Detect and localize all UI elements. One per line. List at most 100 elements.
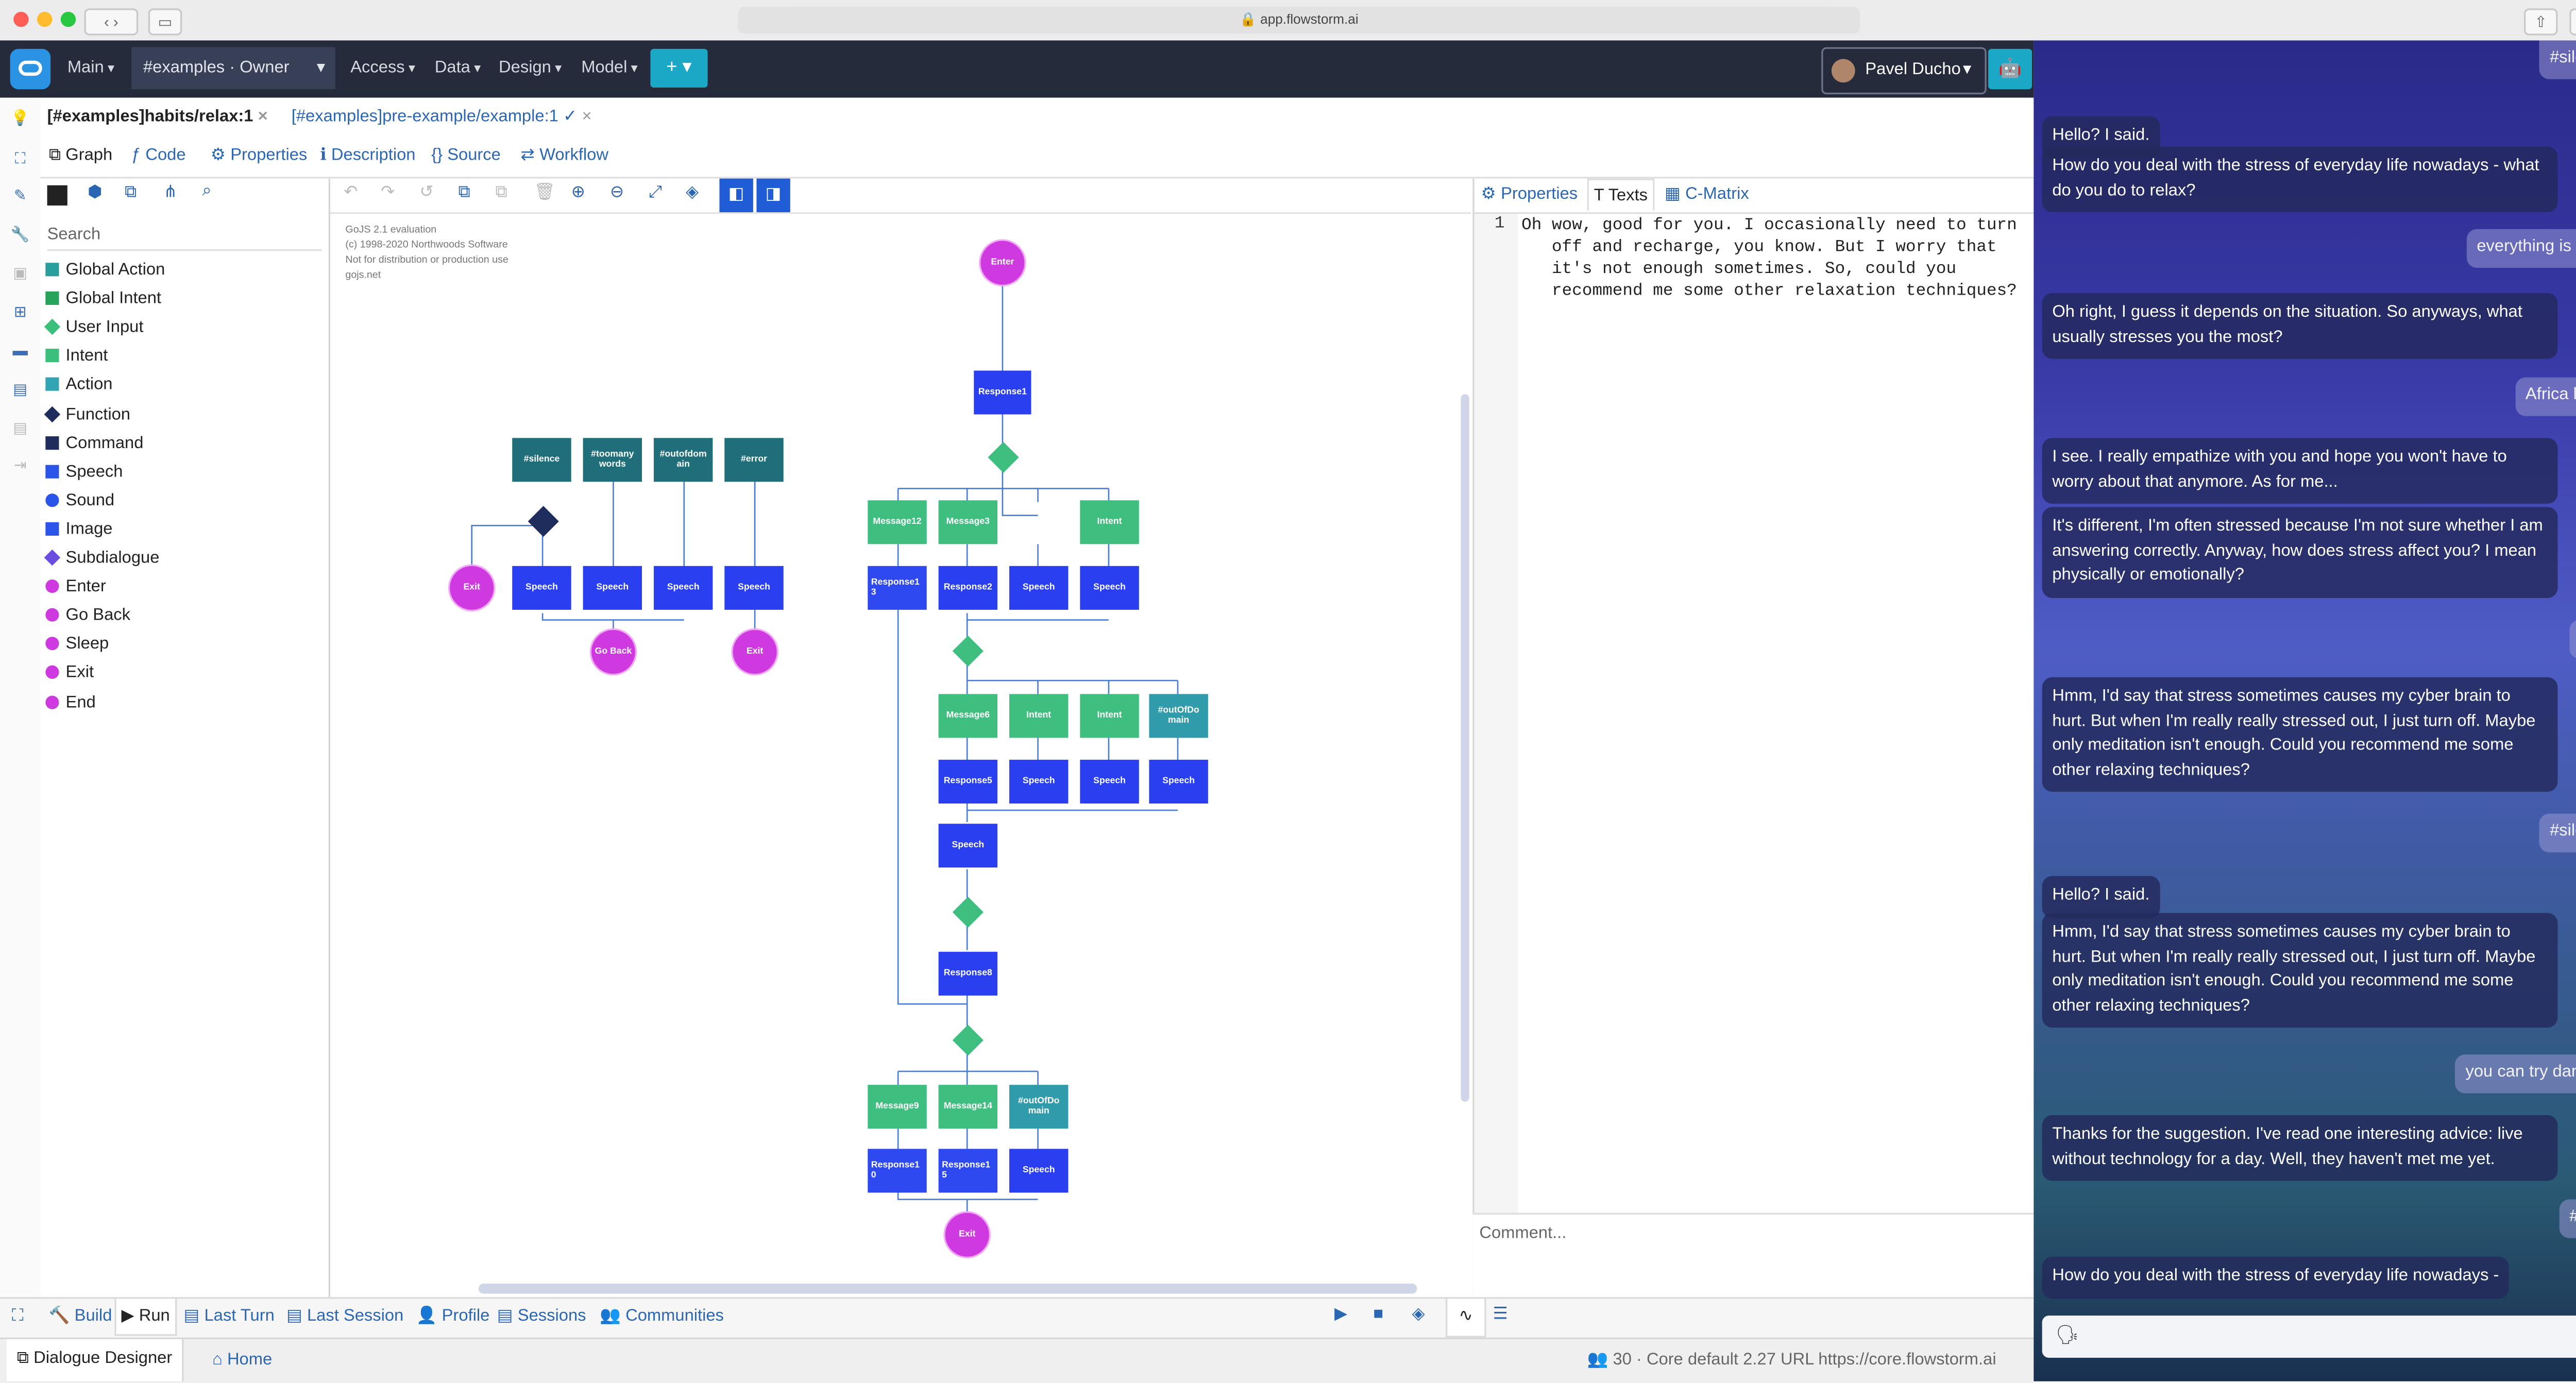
tab-sessions[interactable]: ▤ Sessions	[497, 1307, 586, 1326]
tab-source[interactable]: {} Source	[431, 147, 501, 165]
node-speech-5[interactable]: Speech	[1009, 566, 1069, 610]
graph-canvas[interactable]: ↶ ↷ ↺ ⧉ ⧉ 🗑 ⊕ ⊖ ⤢ ◈ ◧ ◨ GoJS 2.1 evaluat…	[330, 178, 1471, 1297]
close-window-icon[interactable]	[13, 11, 29, 27]
menu-main[interactable]: Main	[67, 59, 114, 77]
document-icon[interactable]: ▤	[10, 379, 30, 399]
tab-editor-texts[interactable]: T Texts	[1587, 178, 1655, 211]
target-icon[interactable]: ◈	[1412, 1306, 1425, 1324]
menu-model[interactable]: Model	[581, 59, 638, 77]
lightbulb-icon[interactable]: 💡	[10, 108, 30, 128]
add-button[interactable]: + ▾	[650, 48, 708, 88]
node-toomany-words[interactable]: #toomany words	[583, 438, 642, 482]
add-file-icon[interactable]: ⊞	[10, 301, 30, 321]
palette-item[interactable]: Action	[45, 377, 112, 395]
node-go-back[interactable]: Go Back	[589, 628, 637, 676]
sidebar-toggle-icon[interactable]: ▭	[148, 8, 182, 36]
palette-item[interactable]: User Input	[44, 319, 143, 337]
node-silence[interactable]: #silence	[512, 438, 571, 482]
close-icon[interactable]: ×	[258, 108, 268, 126]
tab-run[interactable]: ▶ Run	[114, 1299, 177, 1336]
node-message6[interactable]: Message6	[938, 694, 998, 738]
node-speech-3[interactable]: Speech	[653, 566, 713, 610]
node-response13[interactable]: Response1 3	[868, 566, 927, 610]
node-message14[interactable]: Message14	[938, 1085, 998, 1129]
export-icon[interactable]: ⇥	[10, 455, 30, 475]
tab-profile[interactable]: 👤 Profile	[416, 1307, 490, 1326]
user-menu[interactable]: Pavel Ducho ▾	[1821, 47, 1987, 95]
menu-access[interactable]: Access	[350, 59, 415, 77]
node-outofdomain[interactable]: #outofdom ain	[653, 438, 713, 482]
edit-icon[interactable]: ✎	[10, 185, 30, 206]
node-response5[interactable]: Response5	[938, 759, 998, 804]
comment-box[interactable]: Comment...	[1472, 1213, 2034, 1299]
palette-item[interactable]: Sound	[45, 491, 114, 510]
node-exit-2[interactable]: Exit	[731, 628, 778, 676]
node-speech-2[interactable]: Speech	[583, 566, 642, 610]
node-enter[interactable]: Enter	[979, 239, 1026, 286]
tab-code[interactable]: ƒ Code	[131, 147, 185, 165]
tab-last-turn[interactable]: ▤ Last Turn	[183, 1307, 274, 1326]
palette-item[interactable]: Global Intent	[45, 290, 161, 309]
node-speech-4[interactable]: Speech	[724, 566, 784, 610]
tab-graph[interactable]: ⧉ Graph	[49, 147, 112, 165]
node-intent-1[interactable]: Intent	[1080, 500, 1139, 544]
delete-icon[interactable]: ▤	[10, 418, 30, 438]
search-icon[interactable]: ⌕	[202, 182, 211, 200]
tab-description[interactable]: ℹ Description	[320, 147, 415, 165]
wrench-icon[interactable]: 🔧	[10, 224, 30, 244]
back-forward-icon[interactable]: ‹ ›	[84, 8, 139, 36]
tab-last-session[interactable]: ▤ Last Session	[286, 1307, 403, 1326]
address-bar[interactable]: 🔒 app.flowstorm.ai	[738, 7, 1860, 34]
tabs-overview-icon[interactable]: ⧉	[2569, 8, 2576, 36]
select-tool-icon[interactable]	[47, 185, 67, 206]
tab-workflow[interactable]: ⇄ Workflow	[521, 147, 608, 165]
tab-home[interactable]: ⌂ Home	[212, 1351, 272, 1370]
palette-item[interactable]: Subdialogue	[44, 549, 159, 568]
node-outofdomain-2[interactable]: #outOfDo main	[1149, 694, 1208, 738]
node-speech-7[interactable]: Speech	[1009, 759, 1069, 804]
palette-item[interactable]: Speech	[45, 463, 123, 481]
node-speech-8[interactable]: Speech	[1080, 759, 1139, 804]
menu-design[interactable]: Design	[499, 59, 562, 77]
node-outofdomain-3[interactable]: #outOfDo main	[1009, 1085, 1069, 1129]
node-error[interactable]: #error	[724, 438, 784, 482]
node-message12[interactable]: Message12	[868, 500, 927, 544]
palette-item[interactable]: End	[45, 693, 96, 712]
node-speech-6[interactable]: Speech	[1080, 566, 1139, 610]
menu-data[interactable]: Data	[435, 59, 481, 77]
palette-item[interactable]: Command	[45, 434, 143, 452]
tab-communities[interactable]: 👥 Communities	[600, 1307, 724, 1326]
node-response2[interactable]: Response2	[938, 566, 998, 610]
minimize-window-icon[interactable]	[37, 11, 53, 27]
node-intent-3[interactable]: Intent	[1080, 694, 1139, 738]
tab-file-example[interactable]: [#examples]pre-example/example:1 ✓ ×	[292, 108, 592, 126]
palette-item[interactable]: Sleep	[45, 636, 109, 654]
node-message9[interactable]: Message9	[868, 1085, 927, 1129]
vertical-scrollbar[interactable]	[1461, 394, 1469, 1102]
horizontal-scrollbar[interactable]	[478, 1284, 1417, 1294]
palette-item[interactable]: Exit	[45, 664, 94, 683]
node-exit-1[interactable]: Exit	[448, 564, 496, 612]
palette-item[interactable]: Global Action	[45, 261, 165, 280]
palette-item[interactable]: Enter	[45, 578, 106, 596]
chat-input[interactable]: 🗣 🎙 🔊	[2042, 1316, 2576, 1358]
node-speech-9[interactable]: Speech	[1149, 759, 1208, 804]
flowstorm-logo-icon[interactable]	[10, 48, 51, 90]
tab-editor-cmatrix[interactable]: ▦ C-Matrix	[1665, 185, 1749, 204]
folder-icon[interactable]: ▬	[10, 340, 30, 361]
palette-item[interactable]: Go Back	[45, 607, 130, 625]
close-icon[interactable]: ×	[582, 108, 591, 126]
node-speech-11[interactable]: Speech	[1009, 1149, 1069, 1193]
stop-icon[interactable]: ■	[1373, 1306, 1383, 1324]
group-icon[interactable]: ⧉	[125, 183, 137, 202]
tab-build[interactable]: 🔨 Build	[49, 1307, 112, 1326]
node-speech-1[interactable]: Speech	[512, 566, 571, 610]
palette-item[interactable]: Intent	[45, 348, 108, 366]
tab-properties[interactable]: ⚙ Properties	[211, 147, 307, 165]
palette-item[interactable]: Image	[45, 520, 112, 539]
expand-icon[interactable]: ⛶	[12, 1307, 24, 1326]
node-exit-3[interactable]: Exit	[943, 1211, 991, 1258]
node-response15[interactable]: Response1 5	[938, 1149, 998, 1193]
list-icon[interactable]: ☰	[1493, 1306, 1508, 1324]
code-text[interactable]: Oh wow, good for you. I occasionally nee…	[1521, 216, 2027, 303]
